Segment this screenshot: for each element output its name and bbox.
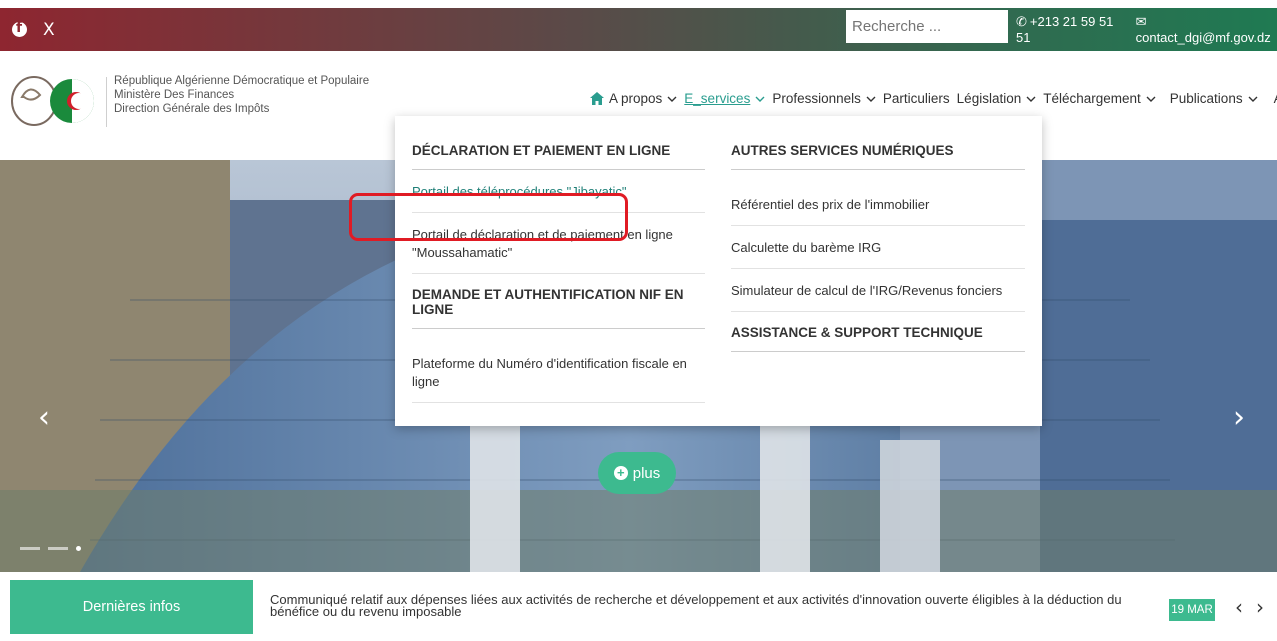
org-line-ministry: Ministère Des Finances bbox=[114, 89, 235, 101]
highlight-frame bbox=[349, 193, 628, 241]
nav-label: Publications bbox=[1169, 91, 1243, 106]
carousel-indicator[interactable] bbox=[48, 547, 68, 550]
dropdown-link-immobilier[interactable]: Référentiel des prix de l'immobilier bbox=[731, 170, 1025, 226]
email-contact[interactable]: ✉contact_dgi@mf.gov.dz bbox=[1136, 14, 1277, 45]
chevron-down-icon bbox=[1026, 96, 1036, 102]
email-address: contact_dgi@mf.gov.dz bbox=[1135, 30, 1271, 45]
facebook-icon[interactable] bbox=[12, 20, 27, 37]
x-icon[interactable]: X bbox=[43, 20, 55, 40]
top-bar: X ✆+213 21 59 51 51 ✉contact_dgi@mf.gov.… bbox=[0, 8, 1277, 51]
nav-label: Téléchargement bbox=[1043, 91, 1141, 106]
carousel-prev-button[interactable]: ‹ bbox=[38, 400, 50, 435]
nav-label: E_services bbox=[684, 91, 751, 106]
news-prev-button[interactable]: ‹ bbox=[1235, 595, 1243, 619]
dropdown-heading[interactable]: ASSISTANCE & SUPPORT TECHNIQUE bbox=[731, 312, 1025, 352]
nav-label: Législation bbox=[956, 91, 1022, 106]
dropdown-column-right: AUTRES SERVICES NUMÉRIQUES Référentiel d… bbox=[731, 116, 1025, 352]
carousel-next-button[interactable]: › bbox=[1233, 400, 1245, 435]
phone-contact[interactable]: ✆ +213 21 59 51 51 bbox=[1016, 14, 1126, 45]
news-headline[interactable]: Communiqué relatif aux dépenses liées au… bbox=[270, 593, 1150, 618]
dropdown-link-nif-platform[interactable]: Plateforme du Numéro d'identification fi… bbox=[412, 329, 705, 403]
news-next-button[interactable]: › bbox=[1256, 595, 1264, 619]
nav-item-publications[interactable]: Publications bbox=[1170, 91, 1258, 106]
search-input[interactable] bbox=[846, 10, 1008, 43]
news-bar: Dernières infos Communiqué relatif aux d… bbox=[0, 572, 1277, 641]
org-line-republic: République Algérienne Démocratique et Po… bbox=[114, 75, 370, 87]
carousel-indicators bbox=[20, 546, 81, 551]
dropdown-link-irg-calculator[interactable]: Calculette du barème IRG bbox=[731, 226, 1025, 269]
chevron-down-icon bbox=[866, 96, 876, 102]
nav-item-a-propos[interactable]: A propos bbox=[590, 91, 677, 106]
contact-info: ✆ +213 21 59 51 51 ✉contact_dgi@mf.gov.dz bbox=[1016, 8, 1277, 51]
organization-name: République Algérienne Démocratique et Po… bbox=[114, 74, 369, 116]
dropdown-heading: DÉCLARATION ET PAIEMENT EN LIGNE bbox=[412, 116, 705, 170]
plus-label: plus bbox=[632, 464, 661, 482]
dropdown-link-irg-simulator[interactable]: Simulateur de calcul de l'IRG/Revenus fo… bbox=[731, 269, 1025, 312]
dropdown-heading: DEMANDE ET AUTHENTIFICATION NIF EN LIGNE bbox=[412, 274, 705, 329]
dropdown-column-left: DÉCLARATION ET PAIEMENT EN LIGNE Portail… bbox=[412, 116, 705, 403]
chevron-down-icon bbox=[667, 96, 677, 102]
news-date-badge: 19 MAR bbox=[1169, 599, 1215, 621]
plus-button[interactable]: + plus bbox=[598, 452, 676, 494]
phone-number: +213 21 59 51 51 bbox=[1016, 14, 1114, 45]
nav-label: A propos bbox=[609, 91, 663, 106]
nav-label: Professionnels bbox=[772, 91, 861, 106]
dropdown-heading: AUTRES SERVICES NUMÉRIQUES bbox=[731, 116, 1025, 170]
carousel-indicator-active[interactable] bbox=[76, 546, 81, 551]
nav-item-particuliers[interactable]: Particuliers bbox=[883, 91, 950, 106]
phone-icon: ✆ bbox=[1016, 14, 1027, 29]
carousel-indicator[interactable] bbox=[20, 547, 40, 550]
nav-label: AR bbox=[1274, 91, 1277, 106]
plus-icon: + bbox=[613, 466, 628, 480]
nav-item-legislation[interactable]: Législation bbox=[957, 91, 1037, 106]
social-links: X bbox=[0, 20, 55, 40]
main-nav: A propos E_services Professionnels Parti… bbox=[590, 91, 1277, 106]
email-icon: ✉ bbox=[1135, 14, 1147, 29]
news-label: Dernières infos bbox=[10, 580, 253, 634]
chevron-down-icon bbox=[1248, 96, 1258, 102]
logo-separator bbox=[106, 77, 107, 127]
nav-item-ar[interactable]: AR bbox=[1274, 91, 1277, 106]
org-line-direction: Direction Générale des Impôts bbox=[114, 103, 270, 115]
nav-item-professionnels[interactable]: Professionnels bbox=[772, 91, 876, 106]
logo[interactable] bbox=[8, 67, 100, 131]
e-services-dropdown: DÉCLARATION ET PAIEMENT EN LIGNE Portail… bbox=[395, 116, 1042, 426]
home-icon bbox=[590, 92, 604, 105]
nav-item-telechargement[interactable]: Téléchargement bbox=[1043, 91, 1156, 106]
chevron-down-icon bbox=[755, 96, 765, 102]
chevron-down-icon bbox=[1146, 96, 1156, 102]
nav-item-e-services[interactable]: E_services bbox=[684, 91, 765, 106]
nav-label: Particuliers bbox=[882, 91, 950, 106]
